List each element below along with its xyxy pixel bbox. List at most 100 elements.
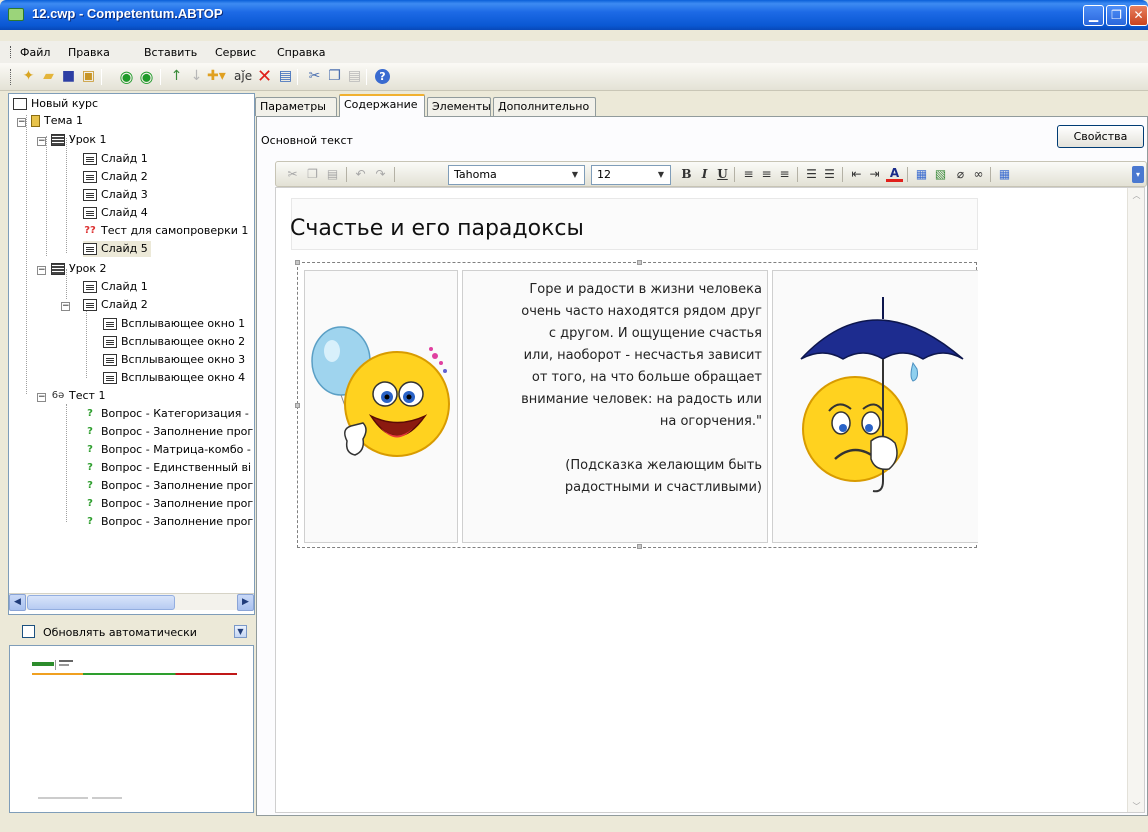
auto-update-checkbox[interactable] (22, 625, 35, 638)
collapse-icon[interactable]: − (37, 137, 46, 146)
tab-elements[interactable]: Элементы (427, 97, 491, 116)
tab-additional[interactable]: Дополнительно (493, 97, 596, 116)
tree-item-popup[interactable]: Всплывающее окно 4 (103, 370, 245, 386)
collapse-icon[interactable]: − (17, 118, 26, 127)
content-table[interactable]: Горе и радости в жизни человека очень ча… (295, 260, 978, 549)
scroll-down-icon[interactable]: ﹀ (1129, 799, 1144, 812)
rename-icon[interactable]: aǰe (234, 68, 252, 85)
help-icon[interactable]: ? (375, 69, 390, 84)
undo-icon[interactable]: ↶ (352, 166, 369, 183)
image-cell-left[interactable] (304, 270, 458, 543)
collapse-icon[interactable]: − (37, 266, 46, 275)
indent-icon[interactable]: ⇥ (866, 166, 883, 183)
copy-icon[interactable]: ❐ (326, 68, 343, 85)
align-right-icon[interactable]: ≡ (776, 166, 793, 183)
insert-popup-icon[interactable]: ▦ (913, 166, 930, 183)
add-item-icon[interactable]: ✚▾ (207, 68, 226, 85)
resize-handle[interactable] (295, 403, 300, 408)
tree-item-question[interactable]: ? Вопрос - Единственный ві (83, 460, 251, 476)
tree-horizontal-scrollbar[interactable]: ◀ ▶ (9, 593, 254, 611)
tree-item-lesson-1[interactable]: Урок 1 (51, 132, 107, 148)
attachment-icon[interactable]: ⌀ (952, 166, 969, 183)
font-color-icon[interactable]: A (886, 166, 903, 182)
bold-icon[interactable]: B (678, 166, 695, 183)
new-file-icon[interactable]: ✦ (20, 68, 37, 85)
tree-item-popup[interactable]: Всплывающее окно 1 (103, 316, 245, 332)
forward-icon[interactable]: ◉ (138, 68, 155, 85)
font-size-select[interactable]: 12 ▼ (591, 165, 671, 185)
menu-insert[interactable]: Вставить (144, 46, 197, 59)
insert-table-icon[interactable]: ▦ (996, 166, 1013, 183)
cut-icon[interactable]: ✂ (306, 68, 323, 85)
resize-handle[interactable] (295, 260, 300, 265)
bullet-list-icon[interactable]: ☰ (821, 166, 838, 183)
tree-item-question[interactable]: ? Вопрос - Заполнение прог (83, 514, 253, 530)
link-icon[interactable]: ∞ (970, 166, 987, 183)
tree-item-popup[interactable]: Всплывающее окно 2 (103, 334, 245, 350)
back-icon[interactable]: ◉ (118, 68, 135, 85)
tab-content[interactable]: Содержание (339, 94, 425, 117)
delete-icon[interactable]: ✕ (256, 68, 273, 86)
outdent-icon[interactable]: ⇤ (848, 166, 865, 183)
align-left-icon[interactable]: ≡ (740, 166, 757, 183)
tree-item-slide[interactable]: Слайд 1 (83, 151, 148, 167)
scroll-thumb[interactable] (27, 595, 175, 610)
tree-item-slide[interactable]: Слайд 4 (83, 205, 148, 221)
collapse-icon[interactable]: − (61, 302, 70, 311)
tree-item-lesson-2[interactable]: Урок 2 (51, 261, 107, 277)
menu-service[interactable]: Сервис (215, 46, 256, 59)
toolbar-overflow-icon[interactable]: ▾ (1132, 166, 1144, 183)
open-folder-icon[interactable]: ▰ (40, 68, 57, 85)
tree-item-topic[interactable]: Тема 1 (31, 113, 83, 129)
course-tree[interactable]: Новый курс − Тема 1 − Урок 1 Слайд 1 Сла… (8, 93, 255, 615)
save-icon[interactable]: ■ (60, 68, 77, 85)
tree-item-slide[interactable]: Слайд 1 (83, 279, 148, 295)
tree-item-test[interactable]: 6ə Тест 1 (51, 388, 106, 404)
tree-item-question[interactable]: ? Вопрос - Категоризация - (83, 406, 249, 422)
align-center-icon[interactable]: ≡ (758, 166, 775, 183)
tree-item-question[interactable]: ? Вопрос - Заполнение прог (83, 478, 253, 494)
menu-help[interactable]: Справка (277, 46, 325, 59)
redo-icon[interactable]: ↷ (372, 166, 389, 183)
tree-item-slide[interactable]: Слайд 2 (83, 297, 148, 313)
collapse-icon[interactable]: − (37, 393, 46, 402)
tree-item-slide[interactable]: Слайд 2 (83, 169, 148, 185)
preview-icon[interactable]: ▤ (277, 68, 294, 85)
paste-icon[interactable]: ▤ (346, 68, 363, 85)
tree-item-question[interactable]: ? Вопрос - Матрица-комбо - (83, 442, 251, 458)
scroll-right-icon[interactable]: ▶ (237, 594, 254, 611)
resize-handle[interactable] (637, 544, 642, 549)
resize-handle[interactable] (637, 260, 642, 265)
italic-icon[interactable]: I (696, 166, 713, 183)
restore-button[interactable]: ❐ (1106, 5, 1127, 26)
editor-vertical-scrollbar[interactable]: ︿ ﹀ (1127, 188, 1144, 812)
menu-file[interactable]: Файл (20, 46, 50, 59)
menu-edit[interactable]: Правка (68, 46, 110, 59)
publish-icon[interactable]: ▣ (80, 68, 97, 85)
tab-parameters[interactable]: Параметры (255, 97, 337, 116)
move-down-icon[interactable]: ↓ (188, 68, 205, 85)
properties-button[interactable]: Свойства (1057, 125, 1144, 148)
tree-item-course[interactable]: Новый курс (13, 96, 98, 112)
scroll-up-icon[interactable]: ︿ (1129, 188, 1144, 203)
tree-item-popup[interactable]: Всплывающее окно 3 (103, 352, 245, 368)
insert-image-icon[interactable]: ▧ (932, 166, 949, 183)
copy-icon[interactable]: ❐ (304, 166, 321, 183)
underline-icon[interactable]: U (714, 166, 731, 183)
cut-icon[interactable]: ✂ (284, 166, 301, 183)
paste-icon[interactable]: ▤ (324, 166, 341, 183)
minimize-button[interactable]: ▁ (1083, 5, 1104, 26)
tree-item-self-test[interactable]: ?? Тест для самопроверки 1 (83, 223, 248, 239)
close-button[interactable]: ✕ (1129, 5, 1148, 26)
text-cell[interactable]: Горе и радости в жизни человека очень ча… (462, 270, 768, 543)
tree-item-slide[interactable]: Слайд 3 (83, 187, 148, 203)
chevron-down-icon[interactable]: ▼ (234, 625, 247, 638)
tree-item-question[interactable]: ? Вопрос - Заполнение прог (83, 496, 253, 512)
tree-item-slide-selected[interactable]: Слайд 5 (83, 241, 151, 257)
scroll-left-icon[interactable]: ◀ (9, 594, 26, 611)
image-cell-right[interactable] (772, 270, 978, 543)
tree-item-question[interactable]: ? Вопрос - Заполнение прог (83, 424, 253, 440)
move-up-icon[interactable]: ↑ (168, 68, 185, 85)
content-editor[interactable]: Счастье и его парадоксы Горе и радости в… (275, 187, 1145, 813)
chevron-down-icon[interactable]: ▼ (568, 168, 582, 182)
